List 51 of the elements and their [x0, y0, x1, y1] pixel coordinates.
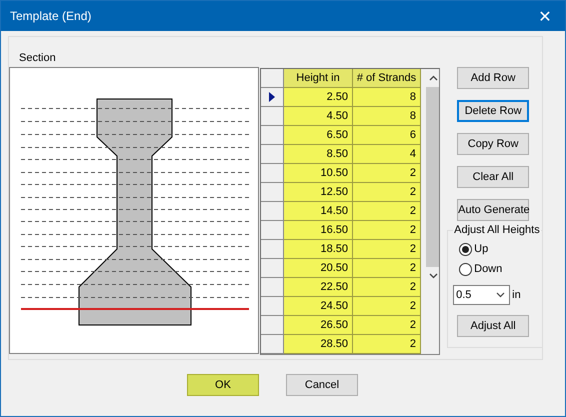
table-cell[interactable]: 6.50	[284, 126, 353, 145]
group-title: Adjust All Heights	[453, 224, 541, 237]
table-cell[interactable]: 8.50	[284, 145, 353, 164]
action-button[interactable]: Add Row	[457, 67, 530, 89]
table-cell[interactable]: 2.50	[284, 88, 353, 107]
action-button[interactable]: Clear All	[457, 166, 530, 188]
table-cell[interactable]: 2	[353, 240, 421, 259]
action-button[interactable]: Auto Generate	[457, 199, 530, 221]
table-cell[interactable]: 24.50	[284, 297, 353, 316]
unit-label: in	[512, 289, 521, 301]
radio-label[interactable]: Up	[474, 243, 488, 255]
table-cell[interactable]: 2	[353, 335, 421, 354]
table-cell[interactable]: 16.50	[284, 221, 353, 240]
action-button[interactable]: Delete Row	[457, 100, 530, 122]
table-cell[interactable]: 2	[353, 278, 421, 297]
table-cell[interactable]: 12.50	[284, 183, 353, 202]
radio-button[interactable]	[459, 242, 472, 256]
table-cell[interactable]: 22.50	[284, 278, 353, 297]
table-cell[interactable]: 8	[353, 107, 421, 126]
dialog-button[interactable]: OK	[187, 374, 259, 396]
table-cell[interactable]: 14.50	[284, 202, 353, 221]
adjust-all-button[interactable]: Adjust All	[457, 315, 530, 337]
table-cell[interactable]: 2	[353, 316, 421, 335]
table-cell[interactable]: 2	[353, 202, 421, 221]
table-cell[interactable]: 2	[353, 164, 421, 183]
table-cell[interactable]: 4	[353, 145, 421, 164]
table-cell[interactable]: 20.50	[284, 259, 353, 278]
amount-dropdown[interactable]: 0.5	[453, 285, 510, 305]
action-button[interactable]: Copy Row	[457, 133, 530, 155]
section-label: Section	[19, 52, 57, 65]
chevron-down-icon	[496, 292, 506, 298]
table-cell[interactable]: 2	[353, 183, 421, 202]
column-header[interactable]: # of Strands	[353, 69, 421, 88]
column-header[interactable]: Height in	[284, 69, 353, 88]
radio-label[interactable]: Down	[474, 263, 502, 275]
radio-button[interactable]	[459, 262, 472, 276]
table-cell[interactable]: 2	[353, 297, 421, 316]
table-cell[interactable]: 2	[353, 221, 421, 240]
table-cell[interactable]: 10.50	[284, 164, 353, 183]
table-cell[interactable]: 4.50	[284, 107, 353, 126]
dialog-button[interactable]: Cancel	[286, 374, 358, 396]
table-cell[interactable]: 8	[353, 88, 421, 107]
table-cell[interactable]: 2	[353, 259, 421, 278]
table-cell[interactable]: 28.50	[284, 335, 353, 354]
window-title: Template (End)	[10, 9, 92, 23]
table-cell[interactable]: 18.50	[284, 240, 353, 259]
close-button[interactable]: ✕	[525, 1, 565, 31]
table-cell[interactable]: 26.50	[284, 316, 353, 335]
row-header[interactable]	[261, 88, 284, 107]
current-row-icon	[269, 92, 275, 102]
table-cell[interactable]: 6	[353, 126, 421, 145]
